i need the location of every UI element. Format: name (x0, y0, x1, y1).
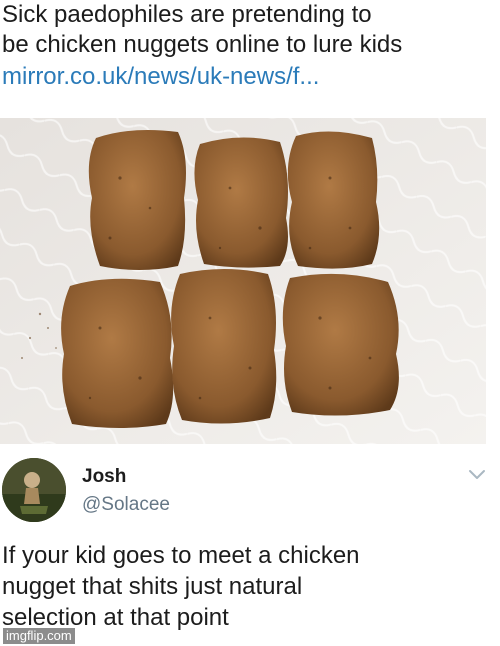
headline-text: Sick paedophiles are pretending to be ch… (2, 1, 403, 58)
tweet-text: If your kid goes to meet a chicken nugge… (2, 542, 360, 631)
nuggets-photo (0, 118, 486, 444)
tweet-header: Josh @Solacee (0, 450, 500, 530)
watermark: imgflip.com (3, 628, 75, 644)
article-link[interactable]: mirror.co.uk/news/uk-news/f... (2, 62, 319, 92)
display-name[interactable]: Josh (82, 466, 126, 488)
avatar[interactable] (2, 458, 66, 522)
user-handle[interactable]: @Solacee (82, 494, 170, 516)
chevron-down-icon[interactable] (468, 468, 486, 480)
